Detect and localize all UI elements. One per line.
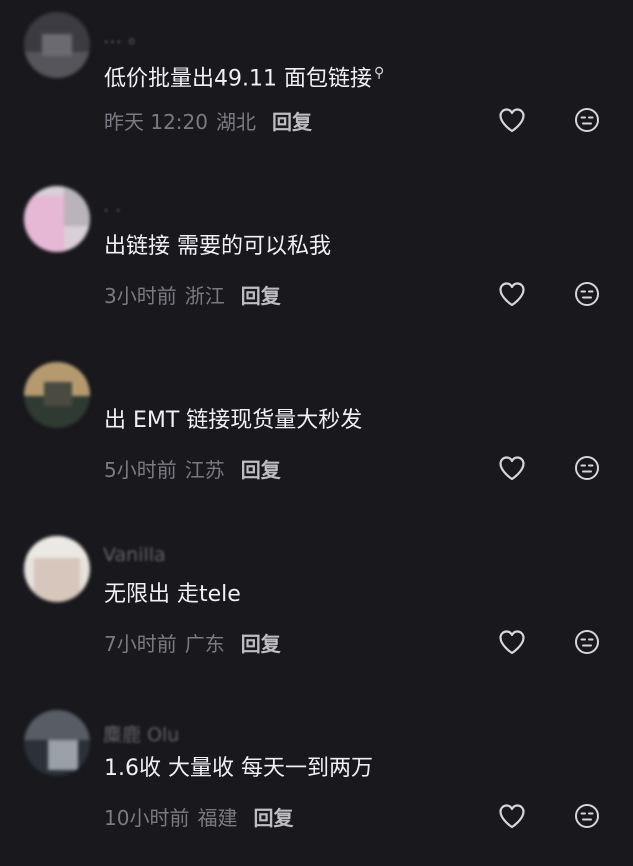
comment-meta: 10小时前 福建 回复 bbox=[104, 801, 293, 831]
comment-list-screen: { "comments": [ { "username": "\u2026 \u… bbox=[0, 0, 633, 851]
avatar[interactable] bbox=[24, 536, 90, 602]
username[interactable]: 麋鹿 Olu bbox=[103, 720, 179, 747]
heart-outline-icon bbox=[499, 804, 525, 829]
comment-item: 出 EMT 链接现货量大秒发 5小时前 江苏 回复 bbox=[0, 348, 633, 518]
comment-time: 10小时前 bbox=[104, 805, 190, 830]
avatar[interactable] bbox=[24, 362, 90, 428]
dislike-button[interactable] bbox=[573, 628, 601, 656]
comment-text: 出 EMT 链接现货量大秒发 bbox=[104, 408, 363, 433]
heart-outline-icon bbox=[499, 282, 525, 307]
dislike-button[interactable] bbox=[573, 454, 601, 482]
comment-time: 7小时前 bbox=[104, 631, 177, 656]
heart-outline-icon bbox=[499, 108, 525, 133]
reply-button[interactable]: 回复 bbox=[241, 454, 281, 483]
avatar[interactable] bbox=[24, 710, 90, 776]
neutral-face-icon bbox=[575, 630, 599, 654]
like-button[interactable] bbox=[498, 628, 526, 656]
comment-location: 江苏 bbox=[184, 457, 225, 482]
heart-outline-icon bbox=[499, 630, 525, 655]
dislike-button[interactable] bbox=[573, 280, 601, 308]
reply-button[interactable]: 回复 bbox=[253, 802, 293, 831]
username[interactable]: … 。 bbox=[103, 22, 147, 49]
username[interactable]: · · bbox=[103, 200, 121, 222]
dislike-button[interactable] bbox=[573, 802, 601, 830]
comment-location: 湖北 bbox=[216, 109, 256, 134]
avatar[interactable] bbox=[24, 12, 90, 78]
like-button[interactable] bbox=[498, 802, 526, 830]
comment-item: 麋鹿 Olu 1.6收 大量收 每天一到两万 10小时前 福建 回复 bbox=[0, 696, 633, 866]
username[interactable]: Vanilla bbox=[103, 544, 166, 566]
neutral-face-icon bbox=[575, 108, 599, 132]
comment-location: 浙江 bbox=[184, 283, 225, 308]
comment-meta: 7小时前 广东 回复 bbox=[104, 627, 281, 657]
comment-meta: 昨天 12:20 湖北 回复 bbox=[104, 105, 312, 135]
comment-meta: 3小时前 浙江 回复 bbox=[104, 279, 281, 309]
comment-time: 5小时前 bbox=[104, 457, 177, 482]
comment-text: 出链接 需要的可以私我 bbox=[104, 234, 331, 259]
comment-item: · · 出链接 需要的可以私我 3小时前 浙江 回复 bbox=[0, 174, 633, 344]
reply-button[interactable]: 回复 bbox=[241, 280, 281, 309]
neutral-face-icon bbox=[575, 804, 599, 828]
like-button[interactable] bbox=[498, 280, 526, 308]
neutral-face-icon bbox=[575, 282, 599, 306]
neutral-face-icon bbox=[575, 456, 599, 480]
comment-text: 低价批量出49.11 面包链接 ⚲ bbox=[104, 58, 384, 94]
comment-location: 福建 bbox=[197, 805, 238, 830]
comment-meta: 5小时前 江苏 回复 bbox=[104, 453, 281, 483]
comment-location: 广东 bbox=[184, 631, 225, 656]
comment-item: … 。 低价批量出49.11 面包链接 ⚲ 昨天 12:20 湖北 回复 bbox=[0, 0, 633, 170]
comment-text-content: 低价批量出49.11 面包链接 bbox=[104, 66, 372, 92]
reply-button[interactable]: 回复 bbox=[272, 106, 312, 135]
comment-item: Vanilla 无限出 走tele 7小时前 广东 回复 bbox=[0, 522, 633, 692]
search-icon[interactable]: ⚲ bbox=[374, 65, 384, 81]
like-button[interactable] bbox=[498, 454, 526, 482]
reply-button[interactable]: 回复 bbox=[241, 628, 281, 657]
comment-text: 1.6收 大量收 每天一到两万 bbox=[104, 756, 373, 781]
comment-time: 3小时前 bbox=[104, 283, 177, 308]
heart-outline-icon bbox=[499, 456, 525, 481]
dislike-button[interactable] bbox=[573, 106, 601, 134]
like-button[interactable] bbox=[498, 106, 526, 134]
avatar[interactable] bbox=[24, 186, 90, 252]
comment-text: 无限出 走tele bbox=[104, 582, 241, 607]
comment-time: 昨天 12:20 bbox=[104, 109, 208, 134]
